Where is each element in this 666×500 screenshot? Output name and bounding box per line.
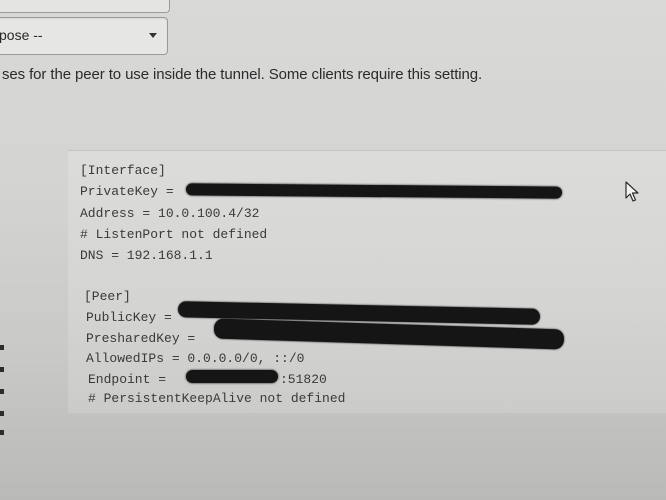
input-field-top[interactable]	[0, 0, 170, 13]
chevron-down-icon	[149, 33, 157, 38]
config-preview: [Interface] PrivateKey = Address = 10.0.…	[68, 150, 666, 413]
field-help-text: ses for the peer to use inside the tunne…	[2, 66, 483, 83]
listen-port-line: # ListenPort not defined	[80, 227, 268, 242]
preshared-key-label: PresharedKey =	[86, 331, 196, 346]
redaction-private-key	[185, 183, 563, 199]
address-line: Address = 10.0.100.4/32	[80, 206, 260, 221]
interface-header: [Interface]	[80, 163, 166, 178]
edge-scroll-marks	[0, 345, 4, 435]
private-key-label: PrivateKey =	[80, 184, 174, 199]
endpoint-port: :51820	[280, 372, 327, 387]
public-key-label: PublicKey =	[86, 310, 172, 325]
keepalive-line: # PersistentKeepAlive not defined	[88, 391, 346, 406]
select-dropdown[interactable]: pose --	[0, 17, 168, 55]
redaction-endpoint-host	[186, 370, 278, 383]
allowed-ips-line: AllowedIPs = 0.0.0.0/0, ::/0	[86, 351, 305, 366]
endpoint-label: Endpoint =	[88, 372, 167, 387]
peer-header: [Peer]	[84, 289, 131, 304]
dns-line: DNS = 192.168.1.1	[80, 248, 213, 263]
select-value: pose --	[0, 27, 43, 43]
mouse-pointer-icon	[624, 181, 640, 203]
